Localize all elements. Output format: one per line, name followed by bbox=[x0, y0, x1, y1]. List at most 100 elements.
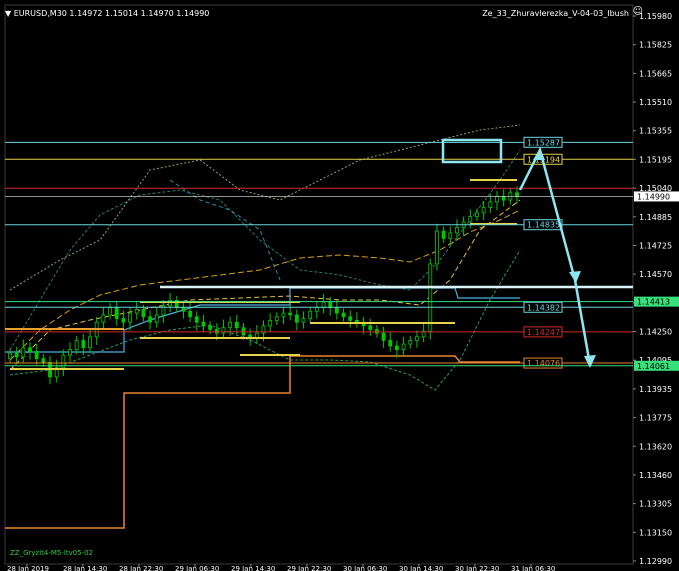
candle-body bbox=[268, 319, 273, 327]
candle-body bbox=[348, 316, 353, 321]
indicator-footer-label: ZZ_Gryzit4-M5-ltv05-02 bbox=[10, 549, 94, 557]
price-tick-label: 1.13460 bbox=[639, 471, 672, 480]
candle-body bbox=[88, 336, 92, 349]
level-badge-label: 1.14413 bbox=[637, 298, 670, 307]
candle-body bbox=[368, 325, 373, 330]
candle-body bbox=[201, 321, 206, 327]
candle-body bbox=[501, 196, 506, 201]
indicator-name: Ze_33_Zhuravlerezka_V-04-03_Ibush bbox=[482, 9, 629, 18]
candle-body bbox=[34, 350, 39, 360]
time-tick-label: 29 Jan 06:30 bbox=[175, 565, 219, 571]
candle-body bbox=[294, 314, 299, 323]
price-chart-canvas[interactable]: 1.15980 1.15825 1.15665 1.15510 1.15355 1.151… bbox=[0, 0, 679, 571]
price-tick-label: 1.15825 bbox=[639, 41, 672, 50]
candle-body bbox=[108, 307, 112, 316]
candle-body bbox=[114, 307, 119, 319]
plot-border bbox=[4, 4, 634, 565]
time-tick-label: 30 Jan 06:30 bbox=[343, 565, 387, 571]
price-tick-label: 1.13935 bbox=[639, 385, 672, 394]
time-tick-label: 28 Jan 14:30 bbox=[63, 565, 107, 571]
time-tick-label: 28 Jan 22:30 bbox=[119, 565, 163, 571]
candle-body bbox=[448, 232, 453, 239]
price-tick-label: 1.15665 bbox=[639, 69, 672, 78]
candle-body bbox=[101, 314, 106, 323]
price-tick-label: 1.15355 bbox=[639, 127, 672, 136]
symbol-quote-line: EURUSD,M30 1.14972 1.15014 1.14970 1.149… bbox=[13, 9, 210, 18]
candle-body bbox=[154, 314, 159, 323]
price-tick-label: 1.13305 bbox=[639, 500, 672, 509]
candle-body bbox=[81, 340, 86, 349]
candle-body bbox=[21, 347, 26, 358]
candle-body bbox=[181, 307, 186, 312]
level-tag-label: 1.14835 bbox=[527, 221, 560, 230]
time-tick-label: 28 Jan 2019 bbox=[7, 565, 49, 571]
candle-body bbox=[74, 340, 79, 350]
candle-body bbox=[515, 192, 519, 197]
price-tick-label: 1.13775 bbox=[639, 414, 672, 423]
chevron-down-icon[interactable]: ▼ bbox=[5, 9, 11, 18]
candle-body bbox=[334, 307, 339, 314]
candle-body bbox=[241, 327, 246, 336]
price-tick-label: 1.13620 bbox=[639, 442, 672, 451]
candle-body bbox=[488, 201, 493, 208]
candle-body bbox=[408, 340, 413, 345]
candle-body bbox=[14, 352, 19, 358]
candle-body bbox=[228, 321, 233, 329]
price-tick-label: 1.14885 bbox=[639, 213, 672, 222]
candle-body bbox=[395, 345, 399, 350]
level-tag-label: 1.14382 bbox=[527, 303, 560, 312]
candle-body bbox=[214, 329, 219, 334]
candle-body bbox=[188, 310, 193, 318]
price-tick-label: 1.15195 bbox=[639, 155, 672, 164]
candle-body bbox=[435, 230, 439, 265]
price-tick-label: 1.15980 bbox=[639, 12, 672, 21]
candle-body bbox=[234, 321, 239, 329]
target-box bbox=[441, 138, 503, 164]
time-tick-label: 29 Jan 22:30 bbox=[287, 565, 331, 571]
candle-body bbox=[375, 329, 379, 334]
candle-body bbox=[41, 358, 46, 363]
arrow-head-mid bbox=[569, 271, 581, 283]
candle-body bbox=[8, 352, 12, 360]
candle-body bbox=[208, 325, 213, 330]
candle-body bbox=[475, 212, 479, 217]
time-tick-label: 29 Jan 14:30 bbox=[231, 565, 275, 571]
candle-body bbox=[468, 216, 473, 223]
candle-body bbox=[288, 312, 293, 316]
price-tick-label: 1.13150 bbox=[639, 528, 672, 537]
candle-body bbox=[481, 206, 486, 214]
candle-body bbox=[441, 230, 446, 239]
candle-body bbox=[495, 196, 499, 203]
candle-body bbox=[388, 340, 393, 347]
symbol-header: ▼ EURUSD,M30 1.14972 1.15014 1.14970 1.1… bbox=[5, 9, 209, 19]
price-tick-label: 1.14570 bbox=[639, 270, 672, 279]
chart-window[interactable]: 1.15980 1.15825 1.15665 1.15510 1.15355 1.151… bbox=[0, 0, 679, 571]
candle-body bbox=[148, 316, 152, 323]
level-tag-label: 1.14076 bbox=[527, 359, 560, 368]
candle-body bbox=[308, 310, 313, 319]
level-badge-label: 1.14061 bbox=[637, 362, 670, 371]
candle-body bbox=[28, 347, 32, 352]
candle-body bbox=[428, 263, 433, 332]
upper-band-line bbox=[9, 149, 521, 351]
candle-body bbox=[381, 332, 386, 341]
tail-band-line bbox=[169, 179, 281, 281]
candle-body bbox=[401, 343, 406, 350]
time-tick-label: 30 Jan 14:30 bbox=[399, 565, 443, 571]
candle-body bbox=[194, 316, 199, 323]
candle-body bbox=[121, 318, 126, 323]
time-tick-label: 31 Jan 06:30 bbox=[511, 565, 555, 571]
candle-body bbox=[314, 307, 319, 312]
price-tick-label: 1.14250 bbox=[639, 328, 672, 337]
ma-line bbox=[9, 199, 521, 371]
smiley-icon[interactable]: ☺ bbox=[633, 7, 643, 17]
time-tick-label: 30 Jan 22:30 bbox=[455, 565, 499, 571]
candle-body bbox=[301, 318, 306, 323]
candle-body bbox=[134, 309, 139, 314]
current-price-label: 1.14990 bbox=[637, 192, 670, 201]
price-tick-label: 1.15510 bbox=[639, 98, 672, 107]
level-tag-label: 1.14247 bbox=[527, 328, 560, 337]
candle-body bbox=[68, 349, 72, 356]
candle-body bbox=[281, 312, 286, 318]
zigzag-orange-line bbox=[5, 355, 520, 529]
